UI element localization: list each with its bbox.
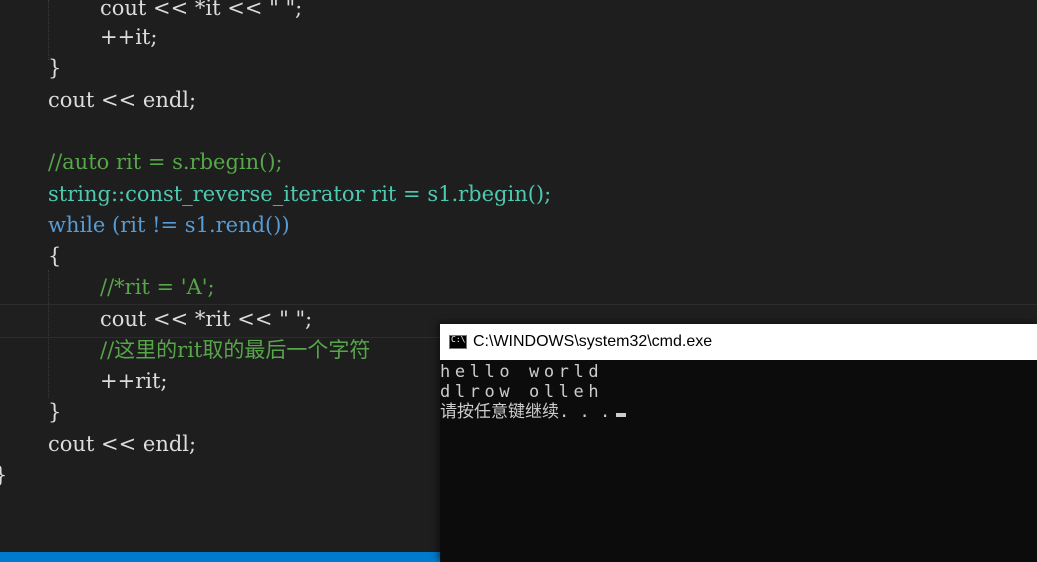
token: cout << endl; — [48, 432, 197, 456]
code-line-2[interactable]: ++it; — [100, 22, 157, 53]
token: } — [48, 400, 62, 424]
token: cout << *it << " "; — [100, 0, 303, 20]
indent-guide — [48, 0, 50, 60]
comment-token: //*rit = 'A'; — [100, 275, 215, 299]
console-line: hello world — [440, 362, 604, 382]
while-token: while (rit != s1.rend()) — [48, 213, 290, 237]
comment-token: //auto rit = s.rbegin(); — [48, 150, 283, 174]
code-line-14[interactable]: } — [48, 397, 61, 428]
console-output[interactable]: hello world dlrow olleh 请按任意键继续. . . — [440, 362, 1037, 422]
code-line-3[interactable]: } — [48, 53, 61, 84]
code-line-16[interactable]: } — [0, 460, 7, 491]
code-line-1[interactable]: cout << *it << " "; — [100, 0, 302, 24]
declaration-token: string::const_reverse_iterator rit = s1.… — [48, 182, 552, 206]
code-line-6[interactable]: //auto rit = s.rbegin(); — [48, 147, 283, 178]
console-window[interactable]: C:\WINDOWS\system32\cmd.exe hello world … — [440, 324, 1037, 562]
code-line-15[interactable]: cout << endl; — [48, 429, 196, 460]
code-line-8[interactable]: while (rit != s1.rend()) — [48, 210, 290, 241]
cmd-window-icon — [449, 335, 467, 349]
token: { — [48, 244, 62, 268]
token: } — [48, 56, 62, 80]
indent-guide — [48, 270, 50, 398]
token: ++it; — [100, 25, 158, 49]
console-line: 请按任意键继续. . . — [440, 402, 611, 422]
console-line: dlrow olleh — [440, 382, 604, 402]
text-cursor — [616, 413, 627, 417]
code-line-7[interactable]: string::const_reverse_iterator rit = s1.… — [48, 179, 551, 210]
console-title: C:\WINDOWS\system32\cmd.exe — [473, 333, 713, 350]
token: cout << endl; — [48, 88, 197, 112]
token: cout << *rit << " "; — [100, 307, 313, 331]
token: ++rit; — [100, 369, 168, 393]
code-line-11[interactable]: cout << *rit << " "; — [100, 304, 312, 335]
code-line-4[interactable]: cout << endl; — [48, 85, 196, 116]
token: } — [0, 463, 7, 487]
console-prompt-line: 请按任意键继续. . . — [440, 402, 1037, 422]
code-line-9[interactable]: { — [48, 241, 61, 272]
code-line-10[interactable]: //*rit = 'A'; — [100, 272, 215, 303]
comment-token: //这里的rit取的最后一个字符 — [100, 338, 371, 362]
code-line-13[interactable]: ++rit; — [100, 366, 167, 397]
console-titlebar[interactable]: C:\WINDOWS\system32\cmd.exe — [440, 324, 1037, 360]
code-line-12[interactable]: //这里的rit取的最后一个字符 — [100, 335, 370, 366]
